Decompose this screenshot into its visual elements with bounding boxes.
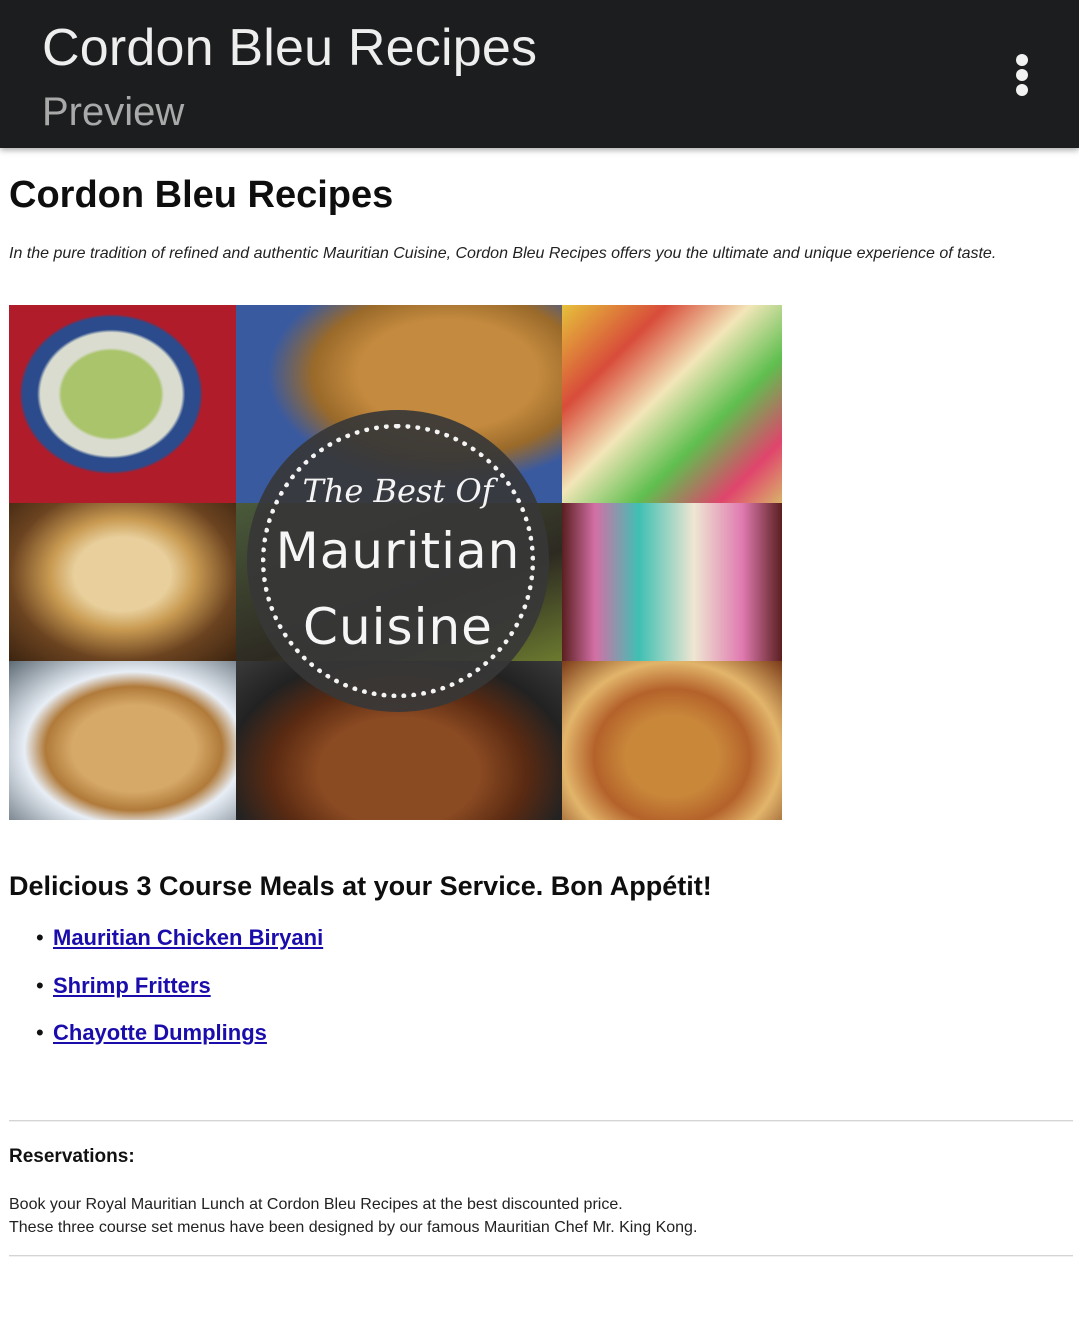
list-item: • Shrimp Fritters bbox=[0, 970, 323, 1018]
menu-dot bbox=[1016, 54, 1028, 66]
meal-link-chayotte-dumplings[interactable]: Chayotte Dumplings bbox=[53, 1020, 267, 1045]
divider bbox=[9, 1255, 1073, 1257]
list-item: • Mauritian Chicken Biryani bbox=[0, 922, 323, 970]
more-vert-icon[interactable] bbox=[998, 44, 1046, 106]
list-item: • Chayotte Dumplings bbox=[0, 1017, 323, 1065]
intro-text: In the pure tradition of refined and aut… bbox=[9, 245, 997, 262]
meal-link-chicken-biryani[interactable]: Mauritian Chicken Biryani bbox=[53, 925, 323, 950]
food-photo bbox=[9, 661, 236, 820]
app-bar: Cordon Bleu Recipes Preview bbox=[0, 0, 1079, 148]
banner-badge: The Best Of Mauritian Cuisine bbox=[247, 410, 549, 712]
app-title: Cordon Bleu Recipes bbox=[42, 19, 538, 77]
food-photo bbox=[562, 661, 782, 820]
food-photo bbox=[9, 503, 236, 661]
badge-line-1: The Best Of bbox=[302, 472, 494, 510]
reservations-text: Book your Royal Mauritian Lunch at Cordo… bbox=[9, 1196, 623, 1213]
meal-list: • Mauritian Chicken Biryani • Shrimp Fri… bbox=[0, 922, 323, 1065]
bullet-icon: • bbox=[36, 925, 44, 950]
divider bbox=[9, 1120, 1073, 1122]
badge-line-3: Cuisine bbox=[303, 598, 493, 656]
food-photo bbox=[562, 503, 782, 661]
banner-image: The Best Of Mauritian Cuisine bbox=[9, 305, 782, 820]
reservations-text: These three course set menus have been d… bbox=[9, 1219, 698, 1236]
meals-heading: Delicious 3 Course Meals at your Service… bbox=[9, 871, 712, 901]
food-photo bbox=[9, 305, 236, 503]
bullet-icon: • bbox=[36, 1020, 44, 1045]
page-title: Cordon Bleu Recipes bbox=[9, 174, 394, 216]
app-subtitle: Preview bbox=[42, 90, 185, 134]
food-photo bbox=[562, 305, 782, 503]
menu-dot bbox=[1016, 84, 1028, 96]
bullet-icon: • bbox=[36, 972, 44, 998]
menu-dot bbox=[1016, 69, 1028, 81]
meal-link-shrimp-fritters[interactable]: Shrimp Fritters bbox=[53, 973, 211, 998]
badge-line-2: Mauritian bbox=[275, 522, 521, 580]
reservations-heading: Reservations: bbox=[9, 1146, 135, 1167]
